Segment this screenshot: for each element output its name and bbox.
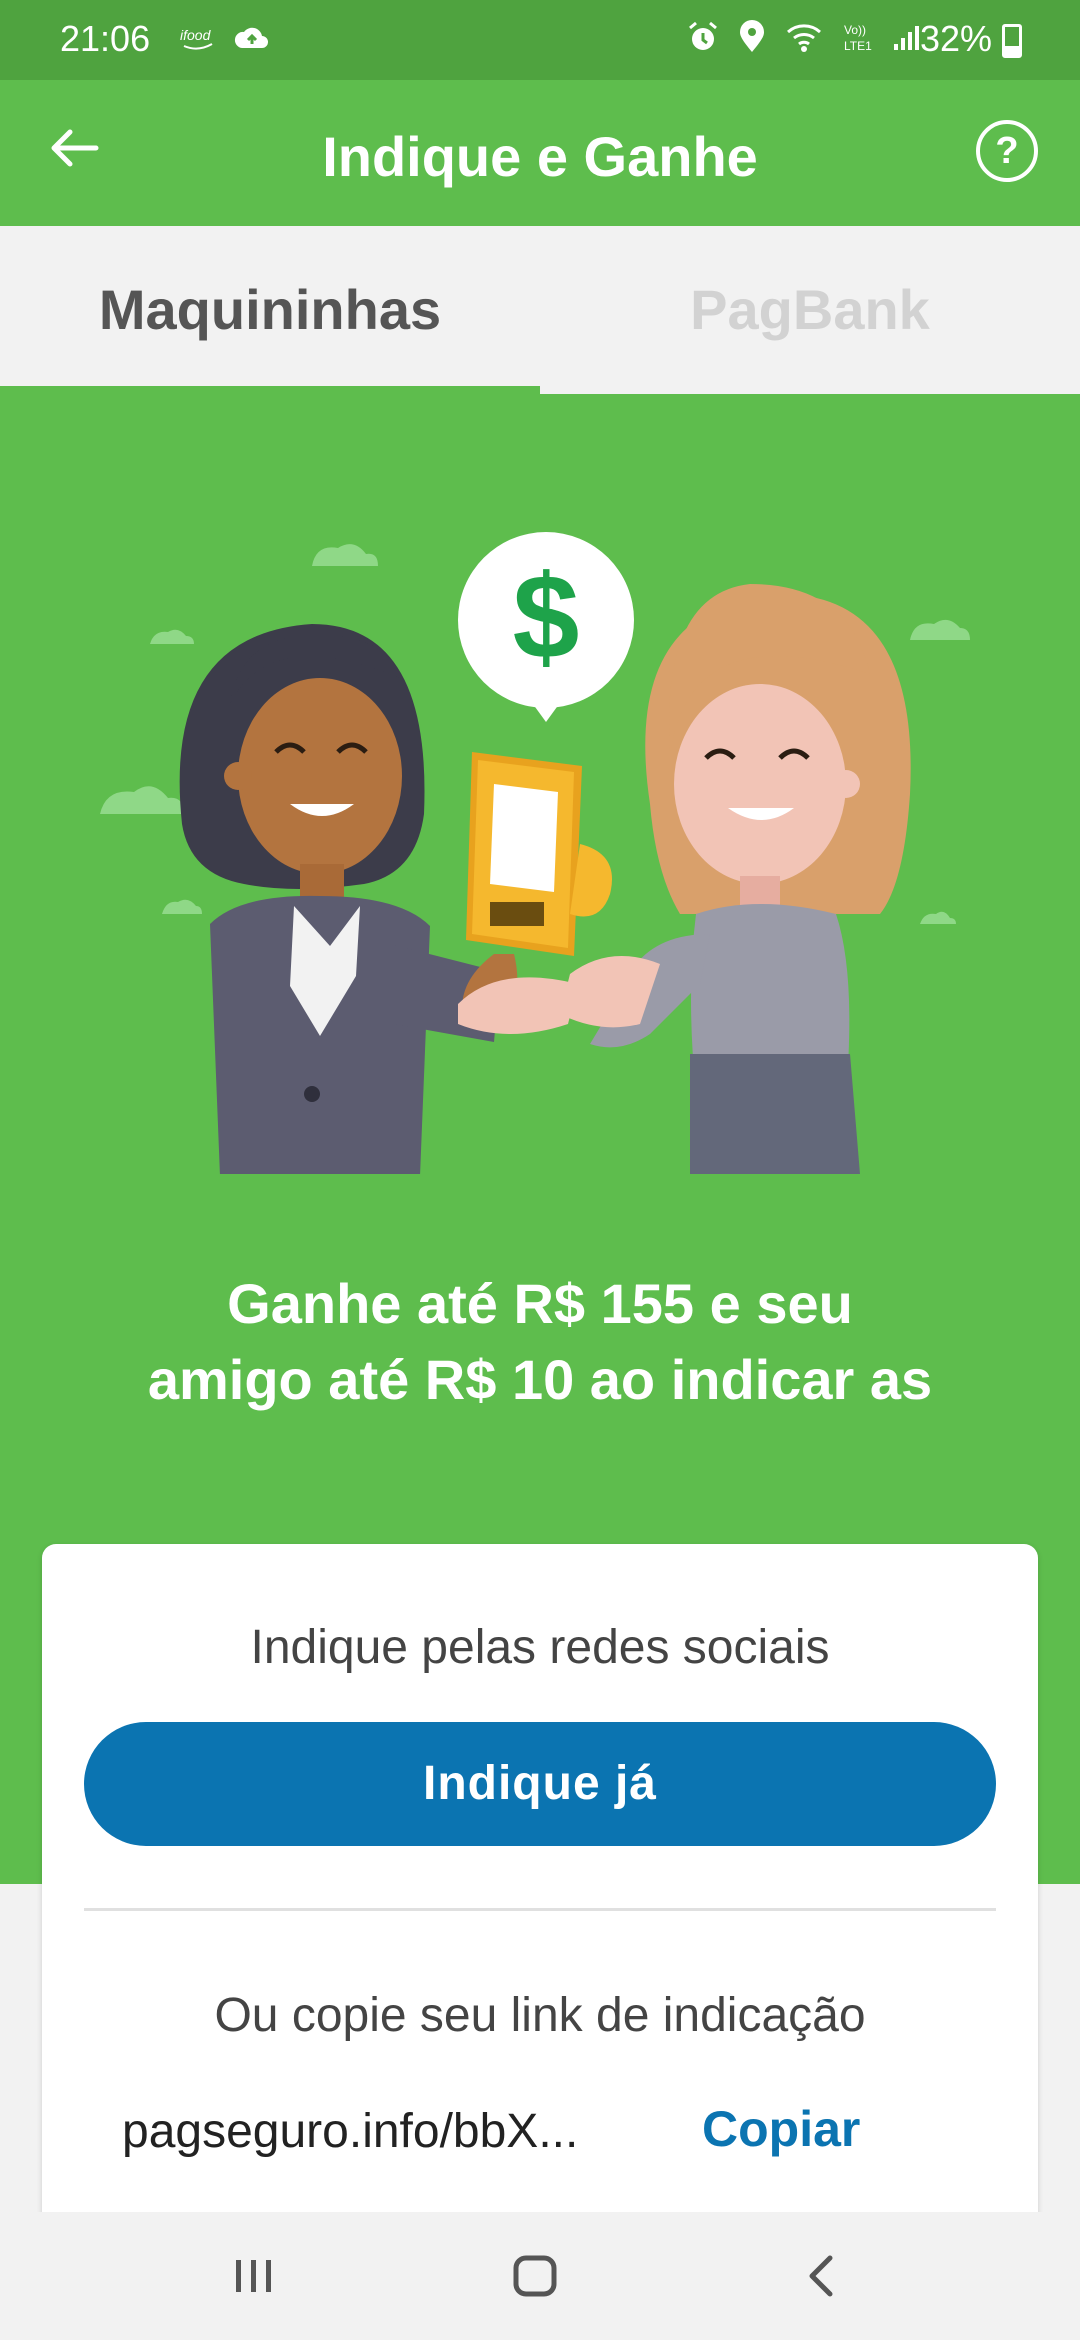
dollar-bubble-icon: $: [458, 532, 634, 722]
nav-back-icon[interactable]: [740, 2212, 900, 2340]
referral-illustration: $: [100, 532, 970, 1174]
tab-pagbank[interactable]: PagBank: [540, 226, 1080, 394]
app-bar: Indique e Ganhe ?: [0, 80, 1080, 226]
recent-apps-icon[interactable]: [174, 2212, 334, 2340]
tab-indicator: [0, 386, 540, 394]
ifood-icon: ifood: [180, 27, 213, 50]
social-share-label: Indique pelas redes sociais: [250, 1621, 830, 1674]
referral-link-text: pagseguro.info/bbX...: [122, 2105, 579, 2158]
tab-bar: Maquininhas PagBank: [0, 226, 1080, 394]
help-icon[interactable]: ?: [976, 120, 1038, 182]
wifi-icon: [787, 24, 821, 52]
referral-card: Indique pelas redes sociais Indique já O…: [42, 1544, 1038, 2244]
volte-signal-icon: Vo)) LTE1: [844, 23, 919, 53]
battery-icon: [1002, 24, 1022, 58]
copy-link-label: Ou copie seu link de indicação: [214, 1989, 866, 2042]
status-bar: 21:06 ifood Vo)) LTE1 32%: [0, 0, 1080, 80]
promo-headline-line2: amigo até R$ 10 ao indicar as: [147, 1348, 933, 1411]
svg-text:LTE1: LTE1: [844, 39, 872, 53]
refer-now-button[interactable]: Indique já: [84, 1722, 996, 1846]
promo-headline: Ganhe até R$ 155 e seu amigo até R$ 10 a…: [60, 1266, 1020, 1418]
svg-text:$: $: [513, 550, 580, 684]
woman-left-figure: [179, 624, 500, 1174]
system-nav-bar: [0, 2212, 1080, 2340]
cloud-upload-icon: [234, 27, 268, 48]
card-divider: [84, 1908, 996, 1911]
svg-text:Vo)): Vo)): [844, 23, 866, 37]
tab-maquininhas[interactable]: Maquininhas: [0, 226, 540, 394]
svg-text:ifood: ifood: [180, 27, 212, 43]
battery-percent: 32%: [919, 18, 992, 59]
home-icon[interactable]: [456, 2212, 616, 2340]
page-title: Indique e Ganhe: [322, 125, 758, 188]
promo-headline-line1: Ganhe até R$ 155 e seu: [227, 1272, 853, 1335]
status-time: 21:06: [60, 18, 151, 59]
location-icon: [740, 20, 764, 52]
alarm-icon: [689, 21, 717, 50]
copy-link-button[interactable]: Copiar: [702, 2100, 860, 2158]
